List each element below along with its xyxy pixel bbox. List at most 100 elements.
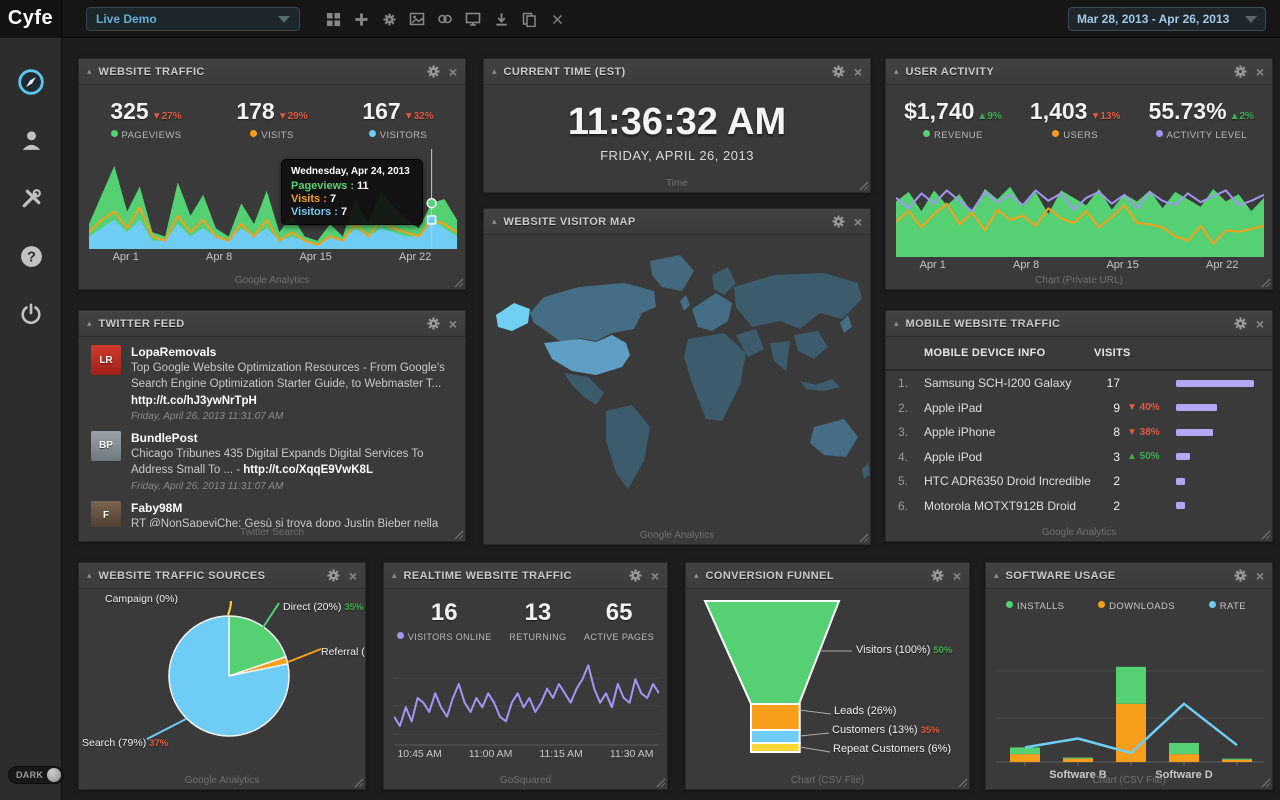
visits-bar bbox=[1176, 429, 1213, 436]
close-icon[interactable] bbox=[548, 10, 566, 28]
gear-icon[interactable] bbox=[1234, 317, 1247, 330]
link-icon[interactable] bbox=[436, 10, 454, 28]
close-icon[interactable]: × bbox=[651, 569, 659, 583]
gear-icon[interactable] bbox=[427, 317, 440, 330]
widget-header[interactable]: ▴ MOBILE WEBSITE TRAFFIC × bbox=[886, 311, 1272, 337]
cyfe-logo[interactable]: Cyfe bbox=[0, 0, 62, 38]
widget-source: Google Analytics bbox=[79, 775, 365, 786]
dark-toggle-label: DARK bbox=[9, 770, 43, 780]
tweet-username[interactable]: Faby98M bbox=[131, 501, 453, 515]
close-icon[interactable]: × bbox=[1256, 65, 1264, 79]
collapse-icon[interactable]: ▴ bbox=[392, 571, 397, 580]
resize-handle[interactable] bbox=[858, 532, 868, 542]
gear-icon[interactable] bbox=[1234, 65, 1247, 78]
legend-dot bbox=[923, 130, 930, 137]
collapse-icon[interactable]: ▴ bbox=[492, 67, 497, 76]
gear-icon[interactable] bbox=[1234, 569, 1247, 582]
image-icon[interactable] bbox=[408, 10, 426, 28]
stat-visitors: 167▼32% VISITORS bbox=[362, 98, 433, 141]
widget-header[interactable]: ▴ WEBSITE TRAFFIC × bbox=[79, 59, 465, 85]
close-icon[interactable]: × bbox=[1256, 569, 1264, 583]
widget-mobile-traffic: ▴ MOBILE WEBSITE TRAFFIC × MOBILE DEVICE… bbox=[885, 310, 1273, 542]
resize-handle[interactable] bbox=[858, 180, 868, 190]
grid-icon[interactable] bbox=[324, 10, 342, 28]
widget-source: Google Analytics bbox=[484, 530, 870, 541]
download-icon[interactable] bbox=[492, 10, 510, 28]
widget-header[interactable]: ▴ REALTIME WEBSITE TRAFFIC × bbox=[384, 563, 667, 589]
map-south-america bbox=[606, 405, 650, 489]
widget-source: Google Analytics bbox=[79, 275, 465, 286]
collapse-icon[interactable]: ▴ bbox=[87, 319, 92, 328]
legend-dot bbox=[1156, 130, 1163, 137]
visits-bar bbox=[1176, 478, 1185, 485]
resize-handle[interactable] bbox=[353, 777, 363, 787]
resize-handle[interactable] bbox=[957, 777, 967, 787]
gear-icon[interactable] bbox=[832, 215, 845, 228]
world-map bbox=[484, 235, 871, 530]
tweet-timestamp: Friday, April 26, 2013 11:31:07 AM bbox=[131, 481, 453, 492]
sidebar-item-account[interactable] bbox=[0, 118, 62, 162]
widget-title: WEBSITE VISITOR MAP bbox=[504, 216, 636, 228]
activity-stats: $1,740▲9% REVENUE 1,403▼13% USERS 55.73%… bbox=[886, 85, 1272, 141]
resize-handle[interactable] bbox=[453, 529, 463, 539]
close-icon[interactable]: × bbox=[449, 65, 457, 79]
stat-pageviews: 325▼27% PAGEVIEWS bbox=[110, 98, 181, 141]
tweet-link[interactable]: http://t.co/XqqE9VwK8L bbox=[243, 464, 373, 476]
sidebar-item-tools[interactable] bbox=[0, 176, 62, 220]
sidebar-item-dashboards[interactable] bbox=[0, 60, 62, 104]
resize-handle[interactable] bbox=[655, 777, 665, 787]
resize-handle[interactable] bbox=[1260, 277, 1270, 287]
gear-icon[interactable] bbox=[629, 569, 642, 582]
widget-header[interactable]: ▴ CURRENT TIME (EST) × bbox=[484, 59, 870, 85]
visits-bar bbox=[1176, 502, 1185, 509]
resize-handle[interactable] bbox=[453, 277, 463, 287]
screen-icon[interactable] bbox=[464, 10, 482, 28]
collapse-icon[interactable]: ▴ bbox=[87, 571, 92, 580]
dashboard-selector[interactable]: Live Demo bbox=[86, 7, 300, 31]
date-range-selector[interactable]: Mar 28, 2013 - Apr 26, 2013 bbox=[1068, 7, 1266, 31]
tweet-text: Chicago Tribunes 435 Digital Expands Dig… bbox=[131, 446, 453, 479]
tweet-username[interactable]: LopaRemovals bbox=[131, 345, 453, 359]
widget-header[interactable]: ▴ SOFTWARE USAGE × bbox=[986, 563, 1272, 589]
gear-icon[interactable] bbox=[427, 65, 440, 78]
collapse-icon[interactable]: ▴ bbox=[694, 571, 699, 580]
collapse-icon[interactable]: ▴ bbox=[492, 217, 497, 226]
gear-icon[interactable] bbox=[931, 569, 944, 582]
close-icon[interactable]: × bbox=[449, 317, 457, 331]
sidebar-item-logout[interactable] bbox=[0, 292, 62, 336]
traffic-stats: 325▼27% PAGEVIEWS 178▼29% VISITS 167▼32%… bbox=[79, 85, 465, 141]
widget-header[interactable]: ▴ TWITTER FEED × bbox=[79, 311, 465, 337]
collapse-icon[interactable]: ▴ bbox=[894, 319, 899, 328]
widget-header[interactable]: ▴ USER ACTIVITY × bbox=[886, 59, 1272, 85]
sidebar-item-help[interactable]: ? bbox=[0, 234, 62, 278]
collapse-icon[interactable]: ▴ bbox=[87, 67, 92, 76]
funnel-label-visitors: Visitors (100%)50% bbox=[856, 644, 952, 656]
widget-header[interactable]: ▴ WEBSITE TRAFFIC SOURCES × bbox=[79, 563, 365, 589]
resize-handle[interactable] bbox=[1260, 529, 1270, 539]
widget-title: REALTIME WEBSITE TRAFFIC bbox=[404, 570, 572, 582]
copy-pages-icon[interactable] bbox=[520, 10, 538, 28]
dark-theme-toggle[interactable]: DARK bbox=[8, 766, 64, 784]
tweet-list: LR LopaRemovals Top Google Website Optim… bbox=[79, 337, 465, 527]
add-widget-icon[interactable] bbox=[352, 10, 370, 28]
gear-icon[interactable] bbox=[832, 65, 845, 78]
tweet-link[interactable]: http://t.co/hJ3ywNrTpH bbox=[131, 395, 257, 407]
widget-header[interactable]: ▴ CONVERSION FUNNEL × bbox=[686, 563, 969, 589]
settings-gear-icon[interactable] bbox=[380, 10, 398, 28]
svg-text:Software B: Software B bbox=[1049, 769, 1107, 781]
widget-source: Chart (CSV File) bbox=[686, 775, 969, 786]
close-icon[interactable]: × bbox=[854, 215, 862, 229]
close-icon[interactable]: × bbox=[349, 569, 357, 583]
gear-icon[interactable] bbox=[327, 569, 340, 582]
widget-header[interactable]: ▴ WEBSITE VISITOR MAP × bbox=[484, 209, 870, 235]
close-icon[interactable]: × bbox=[854, 65, 862, 79]
x-axis-labels: 10:45 AM11:00 AM11:15 AM11:30 AM bbox=[384, 748, 667, 760]
widget-user-activity: ▴ USER ACTIVITY × $1,740▲9% REVENUE 1,40… bbox=[885, 58, 1273, 290]
close-icon[interactable]: × bbox=[1256, 317, 1264, 331]
widget-title: CONVERSION FUNNEL bbox=[706, 570, 834, 582]
tweet-username[interactable]: BundlePost bbox=[131, 431, 453, 445]
collapse-icon[interactable]: ▴ bbox=[994, 571, 999, 580]
collapse-icon[interactable]: ▴ bbox=[894, 67, 899, 76]
close-icon[interactable]: × bbox=[953, 569, 961, 583]
avatar: F bbox=[91, 501, 121, 527]
